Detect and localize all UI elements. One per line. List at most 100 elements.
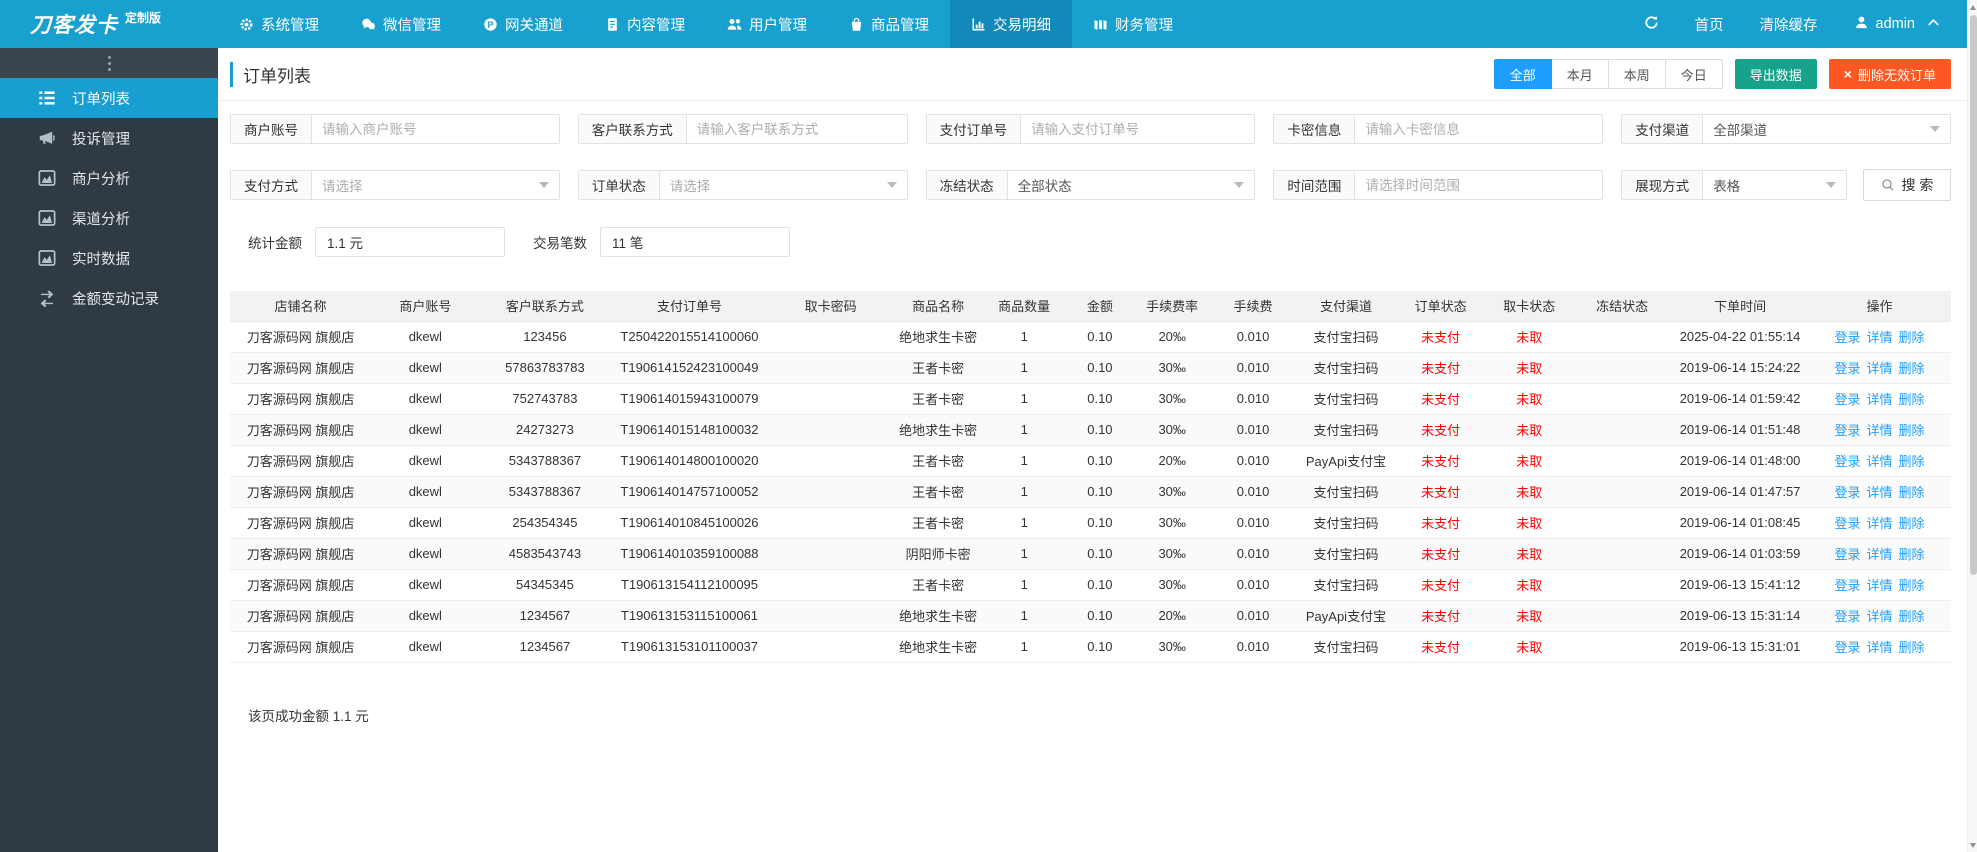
delete-link[interactable]: 删除: [1899, 640, 1925, 655]
cell-qty: 1: [983, 414, 1065, 446]
sidebar-item-order-list[interactable]: 订单列表: [0, 78, 218, 118]
delete-link[interactable]: 删除: [1899, 485, 1925, 500]
table-row: 刀客源码网 旗舰店 dkewl 1234567 T190613153115100061…: [230, 600, 1951, 632]
cell-product: 绝地求生卡密: [892, 600, 984, 632]
total-amount-value[interactable]: 1.1 元: [315, 227, 505, 257]
delete-link[interactable]: 删除: [1899, 609, 1925, 624]
cell-order-no: T190614010359100088: [610, 538, 769, 570]
sidebar-collapse-toggle[interactable]: [0, 48, 218, 78]
nav-item-users[interactable]: 用户管理: [706, 0, 828, 48]
search-button[interactable]: 搜 索: [1862, 169, 1951, 201]
scroll-down-arrow-icon[interactable]: [1968, 838, 1977, 852]
nav-home-link[interactable]: 首页: [1677, 0, 1742, 48]
table-row: 刀客源码网 旗舰店 dkewl 54345345 T19061315411210009…: [230, 569, 1951, 601]
delete-link[interactable]: 删除: [1899, 547, 1925, 562]
sidebar-item-merchant-analysis[interactable]: 商户分析: [0, 158, 218, 198]
vertical-scrollbar[interactable]: [1967, 0, 1977, 852]
area-chart-icon: [38, 249, 56, 267]
login-link[interactable]: 登录: [1835, 609, 1861, 624]
detail-link[interactable]: 详情: [1867, 547, 1893, 562]
detail-link[interactable]: 详情: [1867, 516, 1893, 531]
login-link[interactable]: 登录: [1835, 547, 1861, 562]
filter-freeze-status-select[interactable]: 全部状态: [1008, 171, 1255, 199]
sidebar-item-complaints[interactable]: 投诉管理: [0, 118, 218, 158]
filter-last-cell: 展现方式 表格 搜 索: [1621, 169, 1951, 201]
detail-link[interactable]: 详情: [1867, 330, 1893, 345]
delete-link[interactable]: 删除: [1899, 454, 1925, 469]
delete-link[interactable]: 删除: [1899, 361, 1925, 376]
filter-pay-channel-select[interactable]: 全部渠道: [1703, 115, 1950, 143]
sidebar-item-balance-log[interactable]: 金额变动记录: [0, 278, 218, 318]
detail-link[interactable]: 详情: [1867, 485, 1893, 500]
sidebar-item-realtime-data[interactable]: 实时数据: [0, 238, 218, 278]
nav-item-content[interactable]: 内容管理: [584, 0, 706, 48]
cell-qty: 1: [983, 445, 1065, 477]
clear-cache-link[interactable]: 清除缓存: [1742, 0, 1836, 48]
nav-item-system[interactable]: 系统管理: [218, 0, 340, 48]
filter-customer-contact: 客户联系方式: [577, 114, 908, 144]
filter-display-mode-select[interactable]: 表格: [1703, 171, 1846, 199]
detail-link[interactable]: 详情: [1867, 609, 1893, 624]
cell-fee: 0.010: [1209, 352, 1297, 384]
nav-item-finance[interactable]: 财务管理: [1072, 0, 1194, 48]
filter-display-mode-value: 表格: [1713, 179, 1741, 194]
range-button-today[interactable]: 今日: [1665, 59, 1723, 89]
cell-account: dkewl: [371, 414, 480, 446]
filter-card-info-input[interactable]: [1355, 115, 1603, 143]
delete-invalid-orders-button[interactable]: × 删除无效订单: [1828, 59, 1951, 89]
filter-pay-method-select[interactable]: 请选择: [312, 171, 559, 199]
refresh-button[interactable]: [1626, 0, 1677, 48]
range-button-week[interactable]: 本周: [1608, 59, 1666, 89]
delete-link[interactable]: 删除: [1899, 516, 1925, 531]
filter-merchant-account-input[interactable]: [312, 115, 559, 143]
range-button-month[interactable]: 本月: [1551, 59, 1609, 89]
detail-link[interactable]: 详情: [1867, 640, 1893, 655]
login-link[interactable]: 登录: [1835, 578, 1861, 593]
login-link[interactable]: 登录: [1835, 454, 1861, 469]
cell-actions: 登录 详情 删除: [1808, 321, 1951, 353]
cell-shop: 刀客源码网 旗舰店: [230, 352, 372, 384]
cell-amount: 0.10: [1064, 476, 1136, 508]
delete-link[interactable]: 删除: [1899, 330, 1925, 345]
login-link[interactable]: 登录: [1835, 392, 1861, 407]
scrollbar-thumb[interactable]: [1969, 15, 1977, 575]
trade-count-value[interactable]: 11 笔: [600, 227, 790, 257]
cell-actions: 登录 详情 删除: [1808, 507, 1951, 539]
nav-item-wechat[interactable]: 微信管理: [340, 0, 462, 48]
delete-link[interactable]: 删除: [1899, 578, 1925, 593]
cell-channel: PayApi支付宝: [1296, 445, 1396, 477]
login-link[interactable]: 登录: [1835, 423, 1861, 438]
nav-item-trades[interactable]: 交易明细: [950, 0, 1072, 48]
detail-link[interactable]: 详情: [1867, 361, 1893, 376]
user-menu[interactable]: admin: [1836, 0, 1960, 48]
login-link[interactable]: 登录: [1835, 330, 1861, 345]
detail-link[interactable]: 详情: [1867, 454, 1893, 469]
nav-item-gateway[interactable]: P 网关通道: [462, 0, 584, 48]
sidebar-item-channel-analysis[interactable]: 渠道分析: [0, 198, 218, 238]
range-button-all[interactable]: 全部: [1493, 59, 1552, 89]
filter-order-status-select[interactable]: 请选择: [660, 171, 907, 199]
orders-table: 店铺名称 商户账号 客户联系方式 支付订单号 取卡密码 商品名称 商品数量 金额 手续费率 手续费…: [230, 291, 1951, 663]
cell-card-status: 未取: [1486, 538, 1573, 570]
user-name: admin: [1875, 16, 1916, 32]
export-data-button[interactable]: 导出数据: [1734, 59, 1817, 89]
nav-item-goods[interactable]: 商品管理: [828, 0, 950, 48]
login-link[interactable]: 登录: [1835, 640, 1861, 655]
delete-link[interactable]: 删除: [1899, 392, 1925, 407]
cell-card-status: 未取: [1486, 476, 1573, 508]
filter-panel: 商户账号客户联系方式支付订单号卡密信息支付渠道全部渠道 支付方式请选择订单状态请…: [218, 101, 1967, 257]
delete-link[interactable]: 删除: [1899, 423, 1925, 438]
filter-card-info-label: 卡密信息: [1274, 115, 1356, 143]
login-link[interactable]: 登录: [1835, 361, 1861, 376]
cell-order-no: T190614014757100052: [610, 476, 769, 508]
detail-link[interactable]: 详情: [1867, 578, 1893, 593]
detail-link[interactable]: 详情: [1867, 392, 1893, 407]
login-link[interactable]: 登录: [1835, 485, 1861, 500]
login-link[interactable]: 登录: [1835, 516, 1861, 531]
detail-link[interactable]: 详情: [1867, 423, 1893, 438]
cell-account: dkewl: [371, 352, 480, 384]
scroll-up-arrow-icon[interactable]: [1968, 0, 1977, 14]
filter-customer-contact-input[interactable]: [686, 115, 907, 143]
filter-pay-order-no-input[interactable]: [1021, 115, 1255, 143]
filter-time-range-input[interactable]: [1355, 171, 1603, 199]
